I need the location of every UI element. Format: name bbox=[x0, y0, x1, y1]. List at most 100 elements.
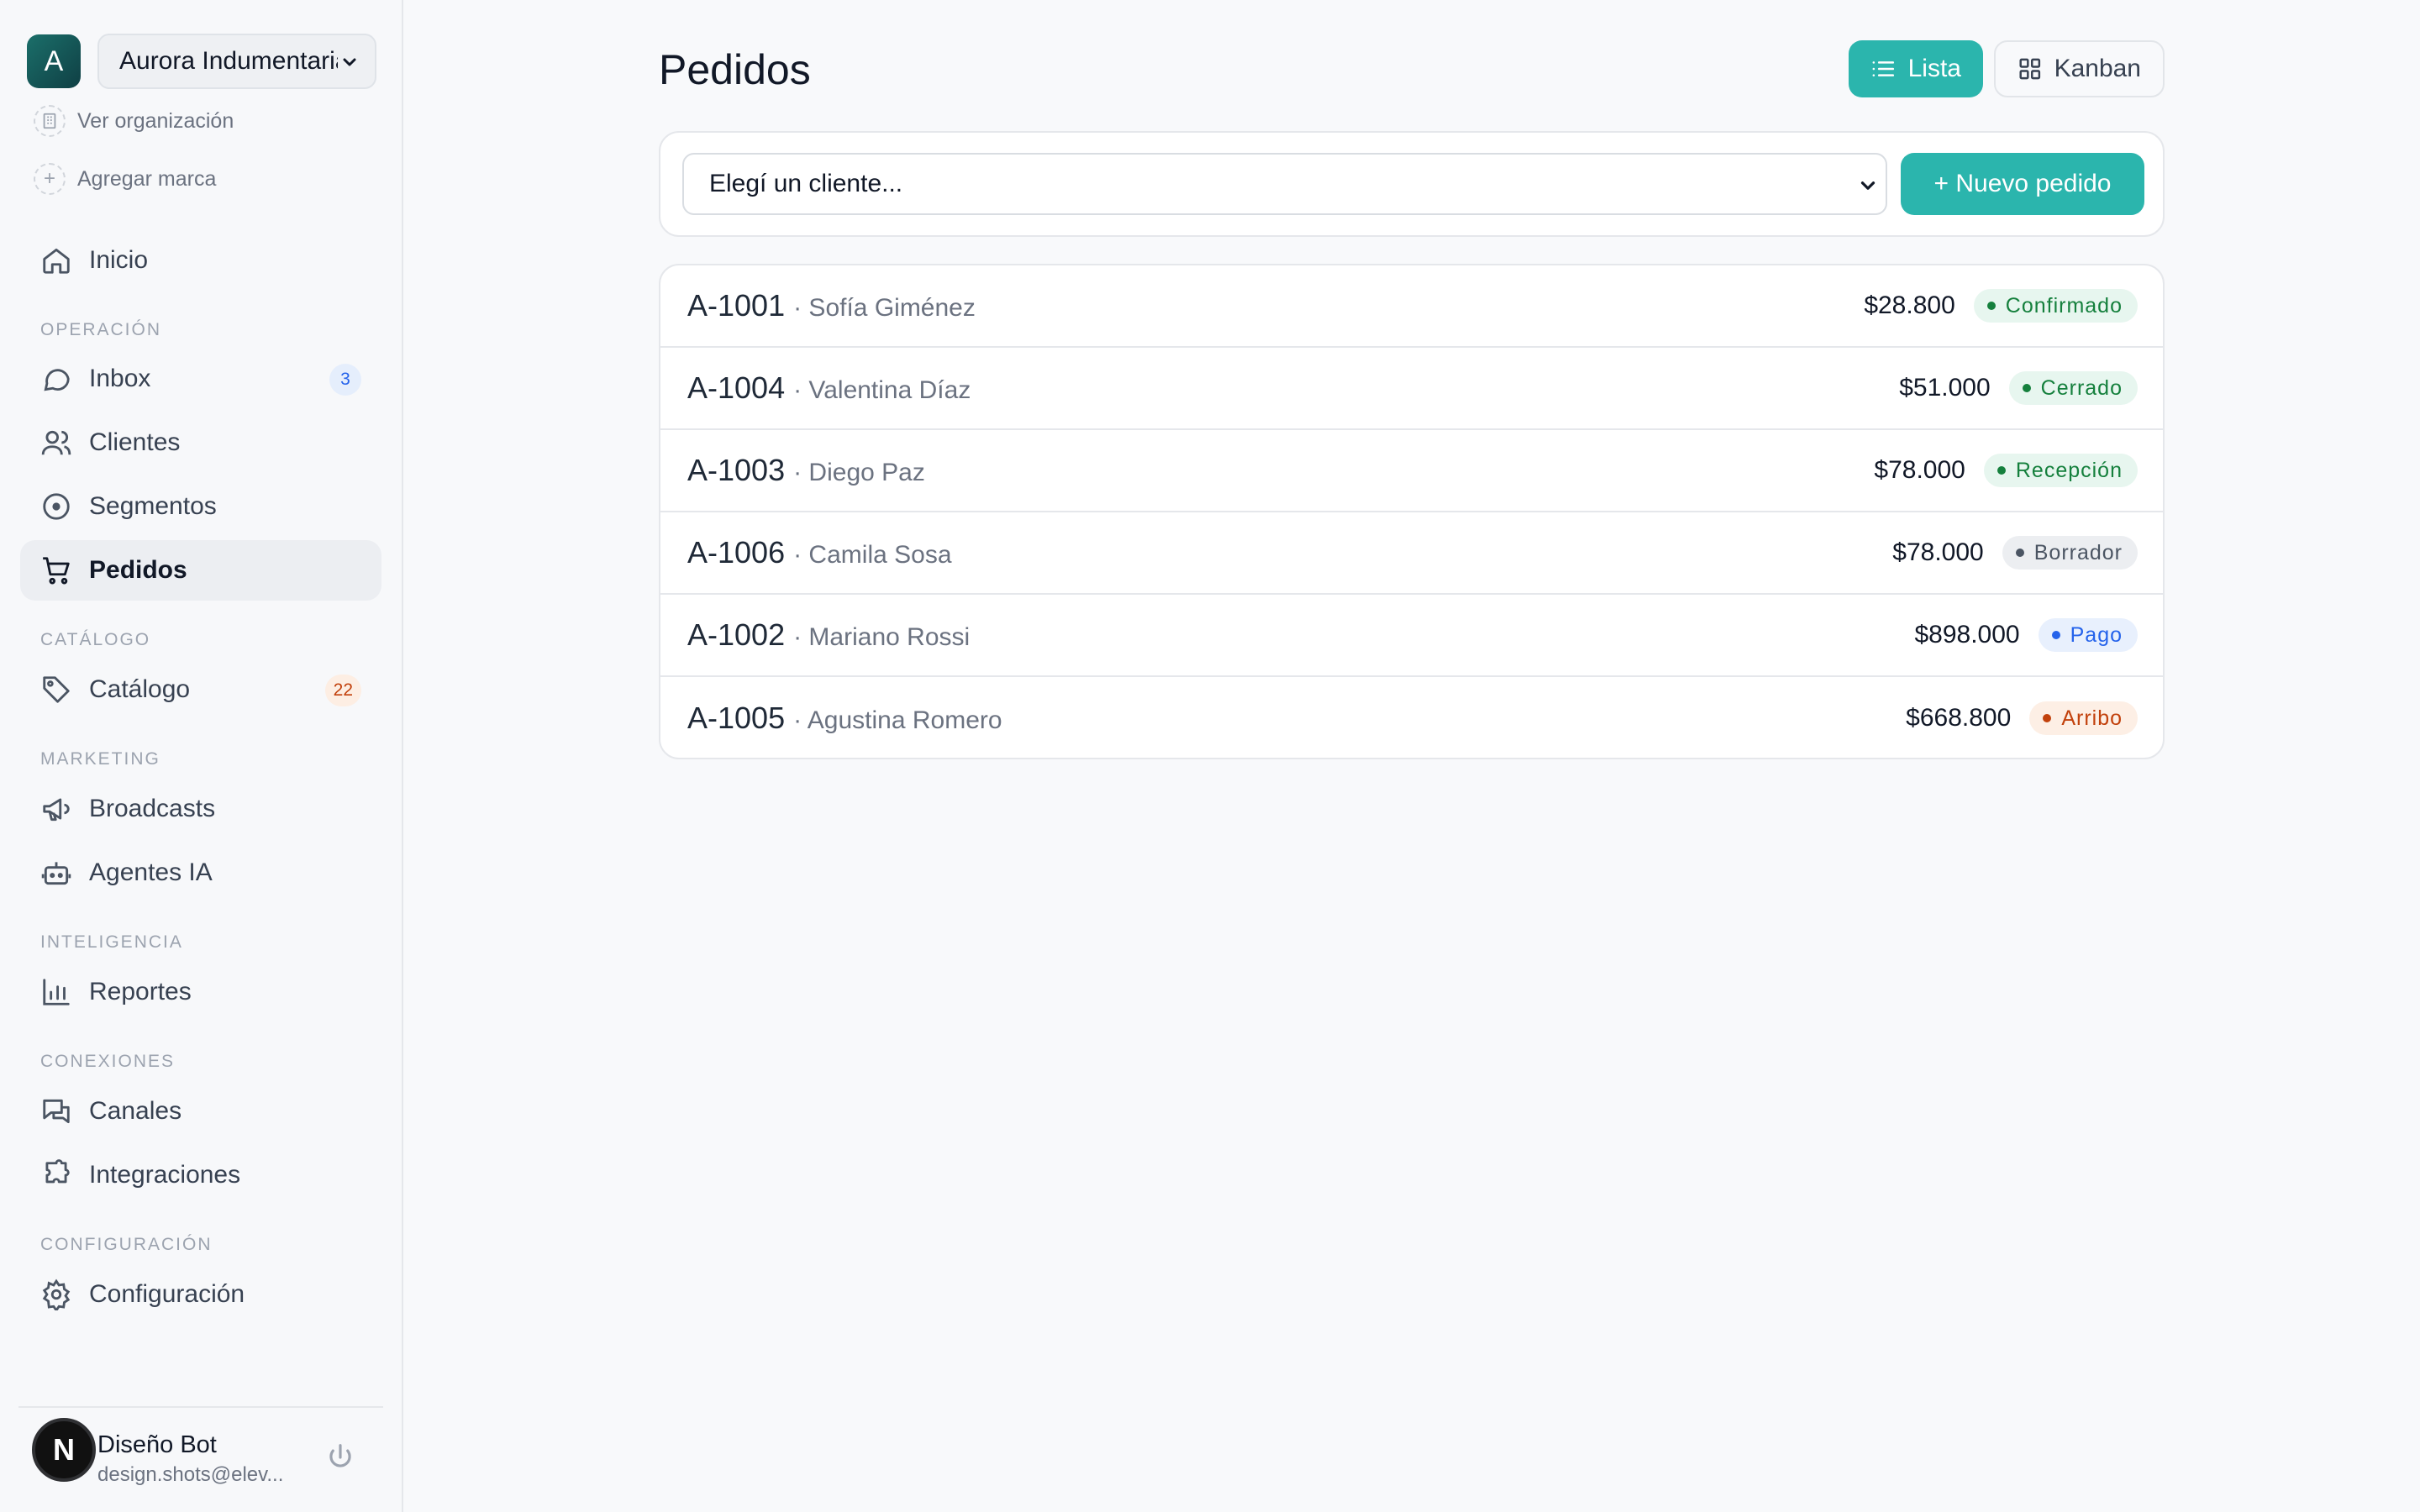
client-select-value: Elegí un cliente... bbox=[709, 170, 903, 197]
order-client: · Camila Sosa bbox=[793, 541, 952, 569]
sidebar-item-label: Agentes IA bbox=[89, 858, 213, 886]
order-filter-card: Elegí un cliente... + Nuevo pedido bbox=[659, 131, 2165, 237]
order-client: · Agustina Romero bbox=[793, 706, 1002, 734]
section-label-intelligence: INTELIGENCIA bbox=[40, 932, 183, 952]
user-name: Diseño Bot bbox=[97, 1431, 217, 1458]
list-item[interactable]: A-1003 · Diego Paz $78.000 Recepción bbox=[660, 430, 2163, 512]
sidebar-item-label: Segmentos bbox=[89, 492, 217, 520]
page-title: Pedidos bbox=[659, 46, 811, 93]
building-icon bbox=[34, 105, 66, 137]
section-label-marketing: MARKETING bbox=[40, 749, 160, 769]
sidebar-item-label: Canales bbox=[89, 1097, 182, 1125]
sidebar-item-segments[interactable]: Segmentos bbox=[20, 476, 381, 537]
sidebar-item-clients[interactable]: Clientes bbox=[20, 412, 381, 473]
order-client: · Mariano Rossi bbox=[793, 623, 971, 651]
robot-icon bbox=[41, 862, 71, 885]
order-amount: $78.000 bbox=[1874, 456, 1965, 484]
chevron-down-icon bbox=[1860, 181, 1876, 190]
order-amount: $898.000 bbox=[1914, 621, 2020, 648]
status-label: Recepción bbox=[2015, 458, 2123, 482]
avatar[interactable]: N bbox=[32, 1418, 96, 1482]
order-client: · Diego Paz bbox=[793, 459, 925, 486]
sidebar-item-catalog[interactable]: Catálogo 22 bbox=[20, 659, 381, 720]
sidebar-item-channels[interactable]: Canales bbox=[20, 1081, 381, 1142]
status-label: Pago bbox=[2070, 622, 2123, 647]
section-label-catalog: CATÁLOGO bbox=[40, 630, 151, 649]
catalog-count-badge: 22 bbox=[324, 675, 361, 706]
status-badge: Recepción bbox=[1983, 454, 2138, 487]
status-badge: Pago bbox=[2038, 618, 2138, 652]
client-select[interactable]: Elegí un cliente... bbox=[682, 153, 1887, 215]
order-id: A-1006 bbox=[687, 535, 786, 570]
cart-icon bbox=[43, 557, 70, 585]
view-organization-link[interactable]: Ver organización bbox=[34, 105, 234, 137]
status-badge: Confirmado bbox=[1973, 289, 2138, 323]
gear-icon bbox=[42, 1278, 71, 1310]
users-icon bbox=[41, 430, 71, 455]
status-badge: Borrador bbox=[2002, 536, 2138, 570]
sidebar-item-integrations[interactable]: Integraciones bbox=[20, 1145, 381, 1205]
sidebar-item-inbox[interactable]: Inbox 3 bbox=[20, 349, 381, 409]
user-email: design.shots@elev... bbox=[97, 1463, 284, 1486]
sidebar-item-home[interactable]: Inicio bbox=[20, 230, 381, 291]
list-item[interactable]: A-1002 · Mariano Rossi $898.000 Pago bbox=[660, 595, 2163, 677]
sidebar: A Aurora Indumentaria Ver organización +… bbox=[0, 0, 403, 1512]
order-amount: $28.800 bbox=[1864, 291, 1955, 319]
sidebar-item-broadcasts[interactable]: Broadcasts bbox=[20, 779, 381, 839]
order-id: A-1001 bbox=[687, 288, 786, 323]
list-item[interactable]: A-1005 · Agustina Romero $668.800 Arribo bbox=[660, 677, 2163, 759]
add-brand-label: Agregar marca bbox=[77, 166, 217, 191]
list-item[interactable]: A-1001 · Sofía Giménez $28.800 Confirmad… bbox=[660, 265, 2163, 348]
sidebar-item-label: Inbox bbox=[89, 365, 151, 392]
view-list-button[interactable]: Lista bbox=[1849, 40, 1983, 97]
new-order-button[interactable]: + Nuevo pedido bbox=[1901, 153, 2144, 215]
status-badge: Cerrado bbox=[2008, 371, 2138, 405]
sidebar-item-settings[interactable]: Configuración bbox=[20, 1264, 381, 1325]
order-id: A-1003 bbox=[687, 453, 786, 487]
sidebar-item-label: Integraciones bbox=[89, 1161, 241, 1189]
sidebar-item-label: Configuración bbox=[89, 1280, 245, 1308]
list-icon bbox=[1872, 61, 1895, 76]
order-client: · Valentina Díaz bbox=[793, 376, 971, 404]
view-organization-label: Ver organización bbox=[77, 108, 234, 133]
order-id: A-1004 bbox=[687, 370, 786, 405]
view-kanban-label: Kanban bbox=[2054, 55, 2141, 82]
list-item[interactable]: A-1004 · Valentina Díaz $51.000 Cerrado bbox=[660, 348, 2163, 430]
view-kanban-button[interactable]: Kanban bbox=[1994, 40, 2165, 97]
section-label-operation: OPERACIÓN bbox=[40, 320, 162, 339]
chevron-down-icon bbox=[343, 58, 356, 66]
list-item[interactable]: A-1006 · Camila Sosa $78.000 Borrador bbox=[660, 512, 2163, 595]
status-label: Cerrado bbox=[2040, 375, 2123, 400]
sidebar-item-label: Reportes bbox=[89, 978, 192, 1005]
status-label: Borrador bbox=[2033, 540, 2123, 564]
sidebar-item-label: Pedidos bbox=[89, 556, 187, 584]
status-label: Confirmado bbox=[2005, 293, 2123, 318]
user-profile: N Diseño Bot design.shots@elev... bbox=[18, 1406, 383, 1486]
power-icon[interactable] bbox=[324, 1441, 356, 1473]
bar-chart-icon bbox=[43, 979, 70, 1005]
tag-icon bbox=[43, 676, 70, 703]
chat-bubble-icon bbox=[44, 369, 70, 391]
sidebar-item-reports[interactable]: Reportes bbox=[20, 962, 381, 1022]
sidebar-item-orders[interactable]: Pedidos bbox=[20, 540, 381, 601]
order-client: · Sofía Giménez bbox=[793, 294, 976, 322]
puzzle-icon bbox=[45, 1159, 70, 1184]
view-list-label: Lista bbox=[1907, 55, 1961, 82]
sidebar-item-label: Catálogo bbox=[89, 675, 191, 703]
section-label-connections: CONEXIONES bbox=[40, 1052, 176, 1071]
inbox-count-badge: 3 bbox=[329, 364, 361, 396]
org-select[interactable]: Aurora Indumentaria bbox=[97, 34, 376, 89]
status-label: Arribo bbox=[2061, 706, 2123, 730]
order-amount: $78.000 bbox=[1892, 538, 1984, 566]
order-id: A-1005 bbox=[687, 701, 786, 735]
messages-icon bbox=[43, 1099, 70, 1124]
plus-icon: + bbox=[34, 163, 66, 195]
sidebar-item-label: Broadcasts bbox=[89, 795, 216, 822]
section-label-configuration: CONFIGURACIÓN bbox=[40, 1235, 213, 1254]
add-brand-link[interactable]: + Agregar marca bbox=[34, 163, 216, 195]
grid-icon bbox=[2019, 58, 2041, 80]
org-name: Aurora Indumentaria bbox=[119, 47, 338, 75]
sidebar-item-ai-agents[interactable]: Agentes IA bbox=[20, 843, 381, 903]
home-icon bbox=[43, 248, 70, 274]
org-switcher: A Aurora Indumentaria bbox=[27, 34, 376, 89]
